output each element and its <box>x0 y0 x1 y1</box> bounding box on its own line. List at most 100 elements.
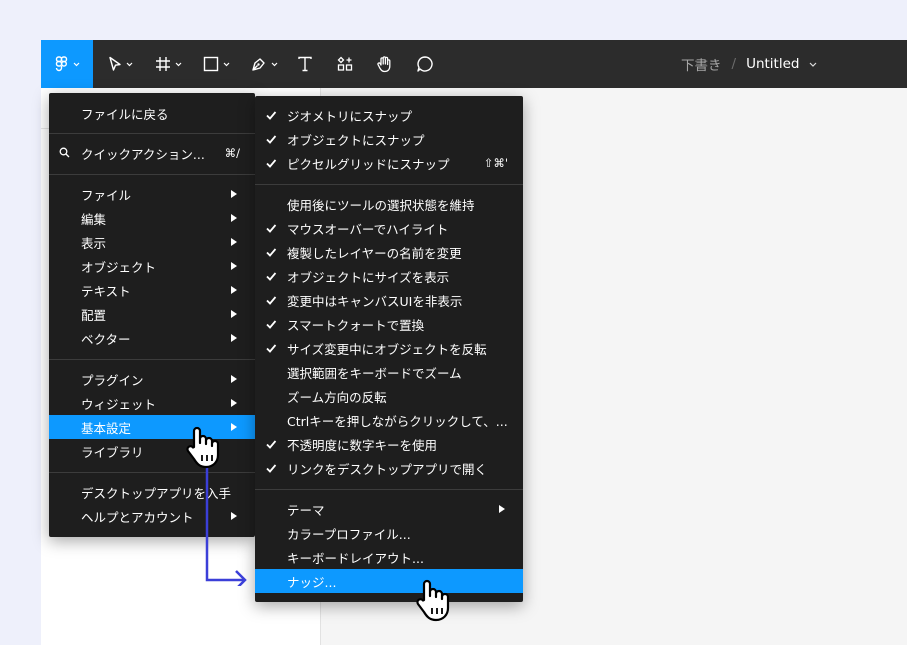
main-menu-button[interactable] <box>41 40 93 88</box>
file-name[interactable]: Untitled <box>746 56 799 72</box>
chevron-right-icon <box>231 334 237 342</box>
chevron-right-icon <box>231 423 237 431</box>
menu-divider <box>49 174 255 175</box>
menu-item-label: オブジェクトにサイズを表示 <box>287 269 450 285</box>
menu-item-label: リンクをデスクトップアプリで開く <box>287 461 488 477</box>
pointer-icon <box>108 56 121 71</box>
checkmark-icon <box>266 272 277 281</box>
chevron-right-icon <box>231 375 237 383</box>
menu-divider <box>49 359 255 360</box>
menu-item-highlight-on-hover[interactable]: マウスオーバーでハイライト <box>255 216 523 240</box>
chevron-down-icon[interactable] <box>809 62 817 67</box>
chevron-right-icon <box>231 399 237 407</box>
menu-item-label: ファイル <box>81 187 132 203</box>
chevron-right-icon <box>231 190 237 198</box>
menu-item-snap-pixel-grid[interactable]: ピクセルグリッドにスナップ ⇧⌘' <box>255 151 523 175</box>
menu-item-back-to-files[interactable]: ファイルに戻る <box>49 101 255 125</box>
menu-item-label: クイックアクション... <box>81 146 205 162</box>
preferences-submenu: ジオメトリにスナップ オブジェクトにスナップ ピクセルグリッドにスナップ ⇧⌘'… <box>255 96 523 602</box>
resources-tool-button[interactable] <box>333 40 357 88</box>
frame-hash-icon <box>155 57 170 71</box>
menu-item-edit[interactable]: 編集 <box>49 206 255 230</box>
menu-item-flip-on-resize[interactable]: サイズ変更中にオブジェクトを反転 <box>255 336 523 360</box>
breadcrumb-drafts[interactable]: 下書き <box>681 54 722 74</box>
menu-item-nudge[interactable]: ナッジ... <box>255 569 523 593</box>
menu-item-arrange[interactable]: 配置 <box>49 302 255 326</box>
text-icon <box>298 56 312 72</box>
comment-icon <box>417 56 433 72</box>
checkmark-icon <box>266 248 277 257</box>
menu-item-label: ライブラリ <box>81 444 144 460</box>
menu-item-opacity-keys[interactable]: 不透明度に数字キーを使用 <box>255 432 523 456</box>
menu-item-label: 編集 <box>81 211 107 227</box>
checkmark-icon <box>266 135 277 144</box>
menu-item-label: オブジェクトにスナップ <box>287 132 425 148</box>
breadcrumb-separator: / <box>731 56 737 72</box>
menu-item-label: サイズ変更中にオブジェクトを反転 <box>287 341 487 357</box>
menu-item-label: スマートクォートで置換 <box>287 317 425 333</box>
checkmark-icon <box>266 344 277 353</box>
menu-item-label: プラグイン <box>81 372 144 388</box>
toolbar: 下書き / Untitled <box>41 40 907 88</box>
rectangle-icon <box>203 56 218 72</box>
menu-item-keyboard-layout[interactable]: キーボードレイアウト... <box>255 545 523 569</box>
menu-item-label: ピクセルグリッドにスナップ <box>287 156 450 172</box>
menu-item-label: テキスト <box>81 283 131 299</box>
menu-item-label: 使用後にツールの選択状態を維持 <box>287 197 475 213</box>
figma-logo-icon <box>55 56 67 72</box>
comment-tool-button[interactable] <box>413 40 437 88</box>
pen-icon <box>251 58 265 71</box>
pen-tool-button[interactable] <box>247 40 281 88</box>
checkmark-icon <box>266 440 277 449</box>
menu-item-open-links-desktop[interactable]: リンクをデスクトップアプリで開く <box>255 456 523 480</box>
menu-item-plugins[interactable]: プラグイン <box>49 367 255 391</box>
menu-item-smart-quotes[interactable]: スマートクォートで置換 <box>255 312 523 336</box>
checkmark-icon <box>266 224 277 233</box>
shape-tool-button[interactable] <box>199 40 233 88</box>
move-tool-button[interactable] <box>103 40 137 88</box>
menu-item-hide-canvas-ui[interactable]: 変更中はキャンバスUIを非表示 <box>255 288 523 312</box>
search-icon <box>59 147 70 158</box>
chevron-right-icon <box>231 238 237 246</box>
menu-item-label: ヘルプとアカウント <box>81 509 194 525</box>
menu-item-vector[interactable]: ベクター <box>49 326 255 350</box>
menu-item-file[interactable]: ファイル <box>49 182 255 206</box>
checkmark-icon <box>266 464 277 473</box>
menu-item-label: Ctrlキーを押しながらクリックして、... <box>287 413 508 429</box>
menu-item-label: ファイルに戻る <box>81 106 169 122</box>
chevron-right-icon <box>231 262 237 270</box>
menu-item-widgets[interactable]: ウィジェット <box>49 391 255 415</box>
menu-item-label: マウスオーバーでハイライト <box>287 221 449 237</box>
menu-item-label: カラープロファイル... <box>287 526 411 542</box>
menu-item-quick-actions[interactable]: クイックアクション... ⌘/ <box>49 141 255 165</box>
menu-item-view[interactable]: 表示 <box>49 230 255 254</box>
menu-item-snap-geometry[interactable]: ジオメトリにスナップ <box>255 103 523 127</box>
checkmark-icon <box>266 159 277 168</box>
menu-item-object[interactable]: オブジェクト <box>49 254 255 278</box>
hand-tool-button[interactable] <box>373 40 397 88</box>
annotation-arrow-icon <box>205 462 247 586</box>
menu-item-label: ベクター <box>81 331 131 347</box>
menu-item-ctrl-click[interactable]: Ctrlキーを押しながらクリックして、... <box>255 408 523 432</box>
menu-item-snap-objects[interactable]: オブジェクトにスナップ <box>255 127 523 151</box>
menu-item-label: 複製したレイヤーの名前を変更 <box>287 245 462 261</box>
menu-item-label: キーボードレイアウト... <box>287 550 424 566</box>
menu-divider <box>255 489 523 490</box>
menu-item-label: ズーム方向の反転 <box>287 389 387 405</box>
menu-item-color-profile[interactable]: カラープロファイル... <box>255 521 523 545</box>
menu-item-show-dimensions[interactable]: オブジェクトにサイズを表示 <box>255 264 523 288</box>
menu-item-theme[interactable]: テーマ <box>255 497 523 521</box>
menu-item-text[interactable]: テキスト <box>49 278 255 302</box>
menu-divider <box>49 133 255 134</box>
menu-item-invert-zoom[interactable]: ズーム方向の反転 <box>255 384 523 408</box>
text-tool-button[interactable] <box>293 40 317 88</box>
menu-item-zoom-to-selection[interactable]: 選択範囲をキーボードでズーム <box>255 360 523 384</box>
menu-item-rename-duplicated[interactable]: 複製したレイヤーの名前を変更 <box>255 240 523 264</box>
checkmark-icon <box>266 320 277 329</box>
menu-item-label: 配置 <box>81 307 107 323</box>
resources-icon <box>337 56 353 71</box>
menu-item-keep-tool-selected[interactable]: 使用後にツールの選択状態を維持 <box>255 192 523 216</box>
menu-item-label: 選択範囲をキーボードでズーム <box>287 365 462 381</box>
file-breadcrumb: 下書き / Untitled <box>681 40 817 88</box>
frame-tool-button[interactable] <box>151 40 185 88</box>
